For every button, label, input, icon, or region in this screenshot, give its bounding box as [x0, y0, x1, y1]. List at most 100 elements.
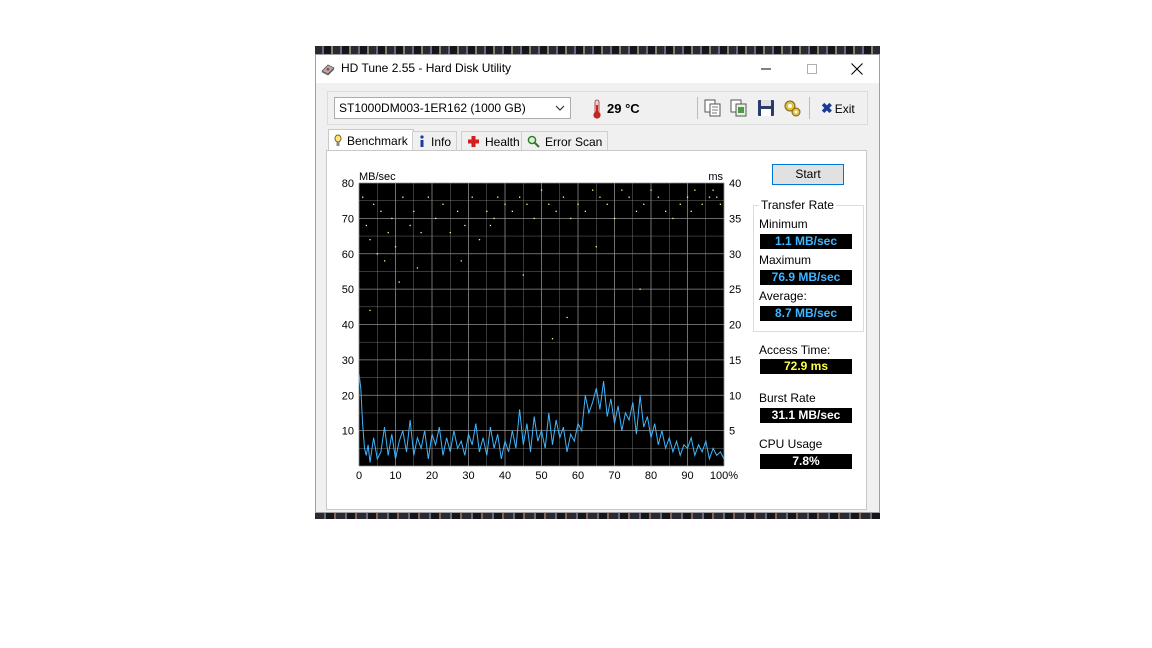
access-time-point: [650, 189, 652, 191]
minimum-label: Minimum: [759, 217, 808, 231]
access-time-point: [497, 196, 499, 198]
access-time-point: [540, 189, 543, 191]
access-time-point: [369, 309, 371, 312]
y-tick-label-right: 20: [729, 320, 741, 332]
access-time-point: [592, 189, 594, 191]
access-time-point: [570, 217, 572, 220]
x-tick-label: 90: [681, 470, 693, 482]
access-time-point: [566, 316, 568, 319]
access-time-label: Access Time:: [759, 343, 831, 357]
average-value: 8.7 MB/sec: [760, 306, 852, 321]
access-time-point: [365, 224, 367, 227]
access-time-point: [362, 196, 364, 198]
access-time-point: [628, 196, 630, 198]
access-time-point: [584, 210, 586, 212]
x-tick-label: 50: [535, 470, 547, 482]
access-time-point: [562, 196, 565, 198]
access-time-point: [493, 217, 495, 220]
transfer-rate-title: Transfer Rate: [759, 198, 836, 212]
access-time-point: [486, 210, 488, 212]
x-tick-label: 40: [499, 470, 511, 482]
access-time-point: [369, 239, 371, 241]
access-time-point: [420, 231, 422, 234]
start-button[interactable]: Start: [772, 164, 844, 185]
y-tick-label-left: 50: [342, 284, 354, 296]
x-tick-label: 10: [389, 470, 401, 482]
access-time-point: [519, 196, 521, 198]
access-time-point: [504, 203, 506, 205]
access-time-point: [456, 210, 459, 212]
y-tick-label-left: 30: [342, 355, 354, 367]
access-time-point: [551, 338, 554, 340]
access-time-point: [621, 189, 623, 191]
y-tick-label-right: 35: [729, 213, 741, 225]
access-time-point: [376, 253, 378, 255]
access-time-point: [489, 224, 492, 227]
access-time-point: [435, 217, 437, 220]
access-time-point: [712, 189, 714, 191]
cpu-usage-label: CPU Usage: [759, 437, 823, 451]
access-time-point: [511, 210, 513, 212]
access-time-point: [595, 246, 597, 248]
access-time-point: [555, 210, 557, 212]
benchmark-panel: 0 10 20 30 40 50 60 70 80 90 100% 10 20 30 40 50 60 70 80 5…: [326, 150, 867, 510]
access-time-point: [679, 203, 681, 205]
y-axis-right-label: ms: [708, 171, 723, 183]
burst-rate-value: 31.1 MB/sec: [760, 408, 852, 423]
access-time-point: [606, 203, 608, 205]
access-time-point: [449, 231, 451, 234]
access-time-point: [387, 231, 389, 234]
y-tick-label-right: 40: [729, 178, 741, 190]
y-tick-label-left: 80: [342, 178, 354, 190]
y-tick-label-right: 25: [729, 284, 741, 296]
access-time-point: [526, 203, 528, 205]
access-time-point: [522, 274, 524, 276]
y-tick-label-left: 20: [342, 390, 354, 402]
access-time-point: [599, 196, 601, 198]
access-time-point: [394, 246, 397, 248]
y-axis-left-label: MB/sec: [359, 171, 396, 183]
x-tick-label: 0: [356, 470, 362, 482]
access-time-point: [380, 210, 382, 212]
y-tick-label-right: 15: [729, 355, 741, 367]
access-time-point: [460, 260, 462, 262]
y-tick-label-left: 10: [342, 426, 354, 438]
maximum-value: 76.9 MB/sec: [760, 270, 852, 285]
y-tick-label-left: 70: [342, 213, 354, 225]
maximum-label: Maximum: [759, 253, 812, 267]
y-tick-label-right: 30: [729, 249, 741, 261]
y-tick-label-left: 60: [342, 249, 354, 261]
access-time-point: [643, 203, 645, 205]
access-time-point: [665, 210, 667, 212]
y-tick-label-right: 5: [729, 426, 735, 438]
access-time-point: [613, 217, 616, 220]
access-time-point: [657, 196, 659, 198]
access-time-point: [409, 224, 411, 227]
x-tick-label: 60: [572, 470, 584, 482]
access-time-point: [694, 189, 696, 191]
access-time-point: [478, 239, 481, 241]
access-time-point: [639, 288, 641, 290]
access-time-point: [719, 203, 722, 205]
cpu-usage-value: 7.8%: [760, 454, 852, 469]
minimum-value: 1.1 MB/sec: [760, 234, 852, 249]
y-tick-label-left: 40: [342, 320, 354, 332]
x-tick-label: 30: [462, 470, 474, 482]
access-time-value: 72.9 ms: [760, 359, 852, 374]
x-tick-label: 100%: [710, 470, 738, 482]
access-time-point: [373, 203, 375, 205]
access-time-point: [548, 203, 550, 205]
access-time-point: [716, 196, 718, 198]
access-time-point: [391, 217, 393, 220]
access-time-point: [464, 224, 466, 227]
access-time-point: [398, 281, 400, 283]
access-time-point: [577, 203, 579, 205]
average-label: Average:: [759, 289, 807, 303]
access-time-point: [416, 267, 419, 269]
x-tick-label: 20: [426, 470, 438, 482]
x-tick-label: 70: [608, 470, 620, 482]
access-time-point: [635, 210, 638, 212]
y-tick-label-right: 10: [729, 390, 741, 402]
access-time-point: [471, 196, 473, 198]
access-time-point: [701, 203, 703, 205]
